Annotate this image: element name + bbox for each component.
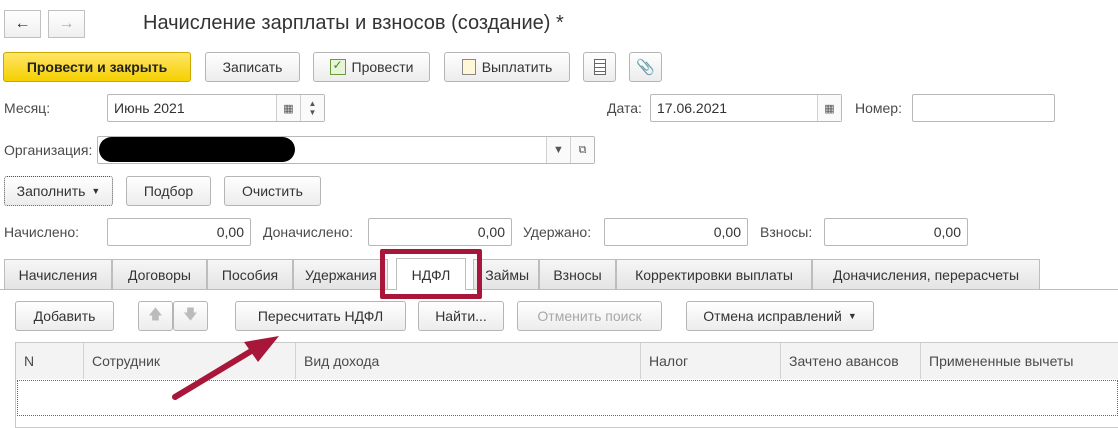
annotation-arrow: [172, 336, 279, 400]
